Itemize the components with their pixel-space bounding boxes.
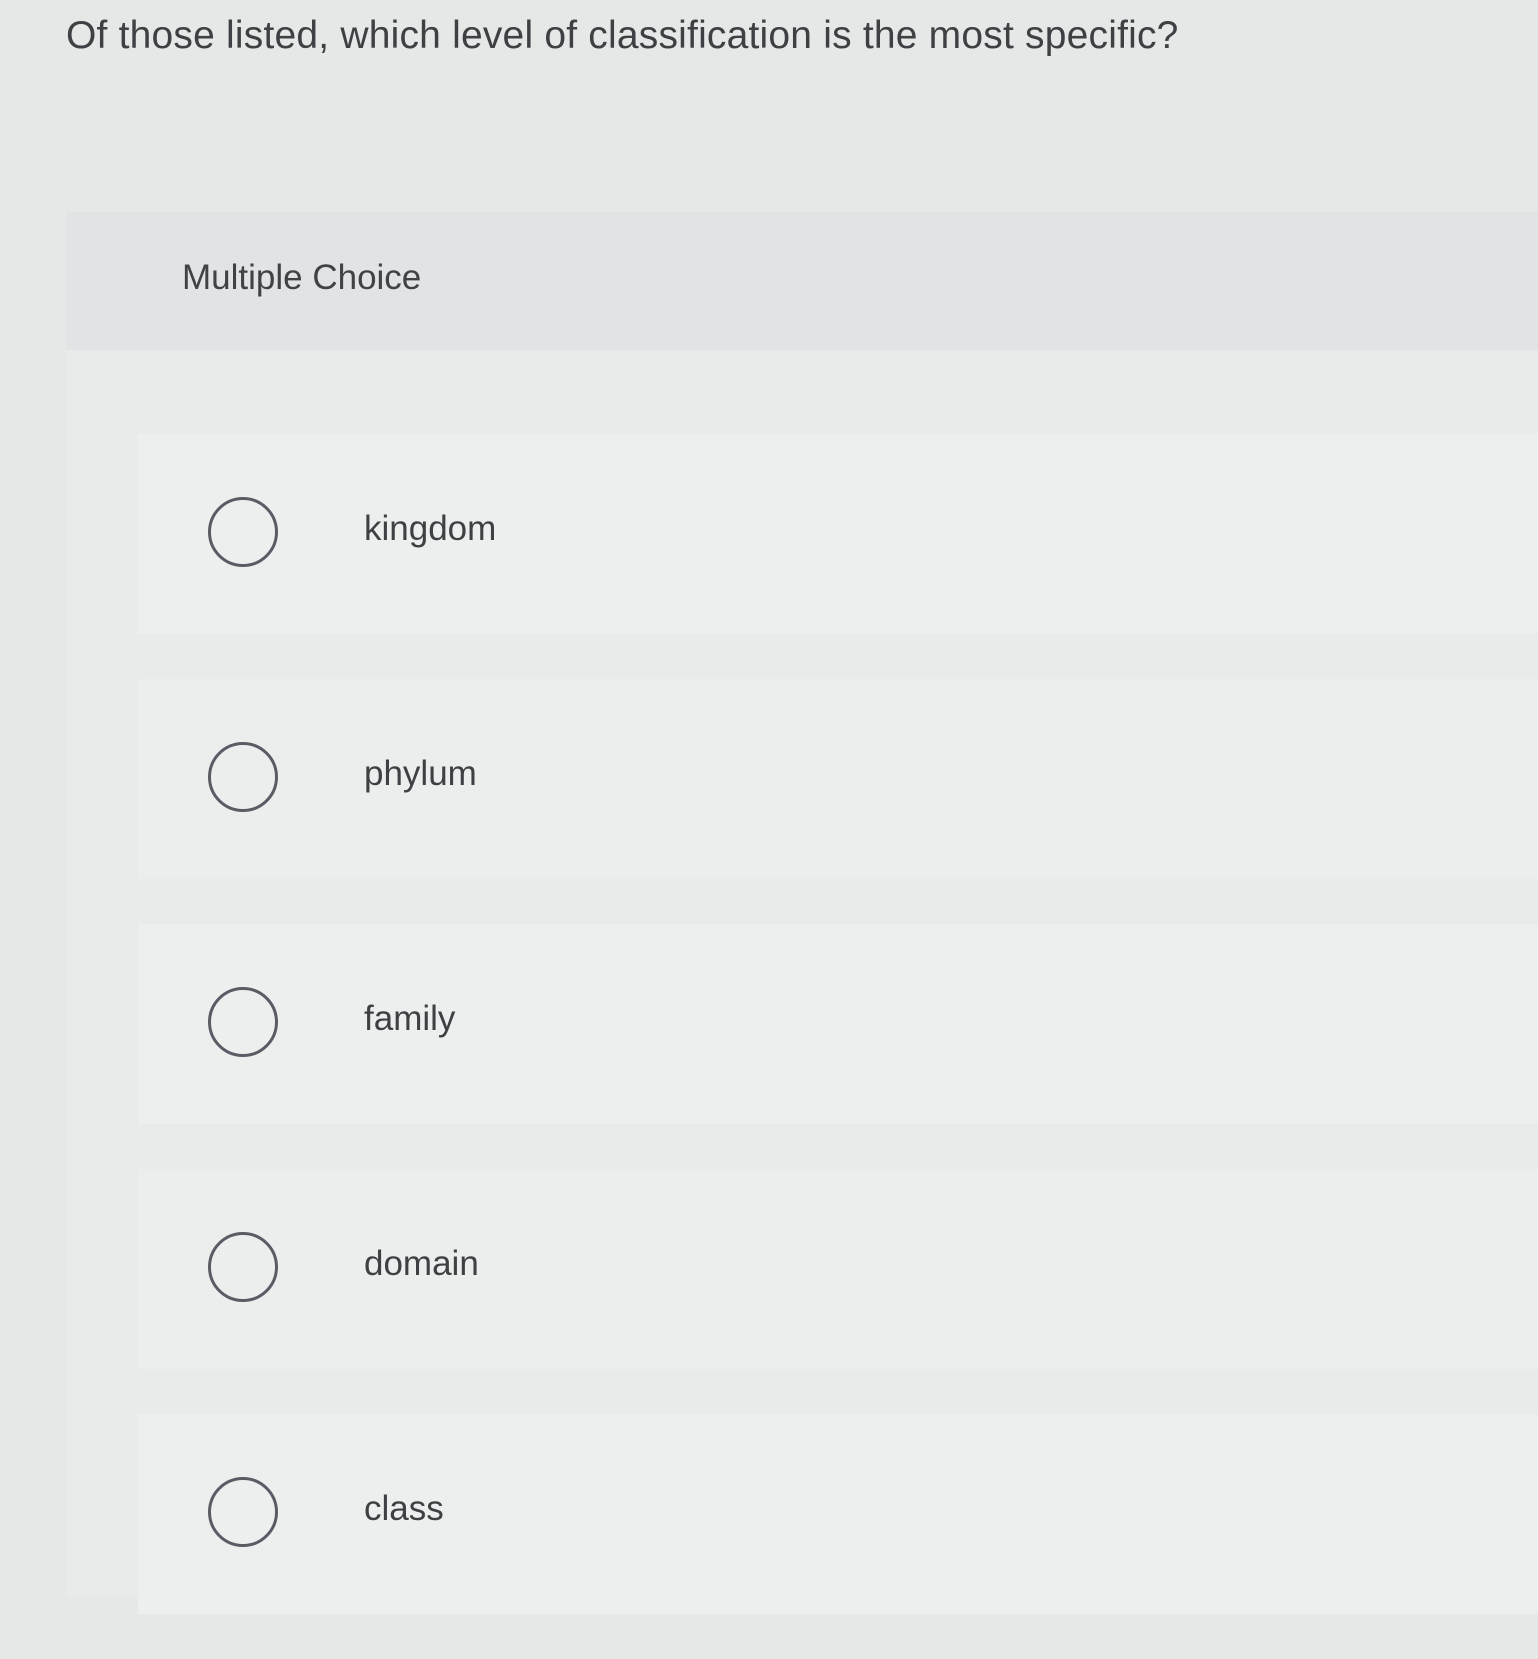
option-label[interactable]: family xyxy=(364,999,455,1039)
question-type-label: Multiple Choice xyxy=(182,258,422,297)
option-family[interactable]: family xyxy=(138,924,1538,1124)
option-domain[interactable]: domain xyxy=(138,1169,1538,1369)
radio-button[interactable] xyxy=(208,497,278,567)
radio-button[interactable] xyxy=(208,987,278,1057)
option-label[interactable]: phylum xyxy=(364,754,477,794)
option-phylum[interactable]: phylum xyxy=(138,679,1538,879)
radio-button[interactable] xyxy=(208,742,278,812)
option-label[interactable]: domain xyxy=(364,1244,479,1284)
option-kingdom[interactable]: kingdom xyxy=(138,434,1538,634)
option-label[interactable]: kingdom xyxy=(364,509,496,549)
radio-button[interactable] xyxy=(208,1477,278,1547)
radio-button[interactable] xyxy=(208,1232,278,1302)
multiple-choice-panel: Multiple Choice kingdom phylum family do… xyxy=(66,212,1538,1614)
question-text: Of those listed, which level of classifi… xyxy=(66,14,1179,57)
option-label[interactable]: class xyxy=(364,1489,444,1529)
panel-header: Multiple Choice xyxy=(66,212,1538,350)
option-class[interactable]: class xyxy=(138,1414,1538,1614)
answer-options: kingdom phylum family domain class xyxy=(138,434,1538,1659)
